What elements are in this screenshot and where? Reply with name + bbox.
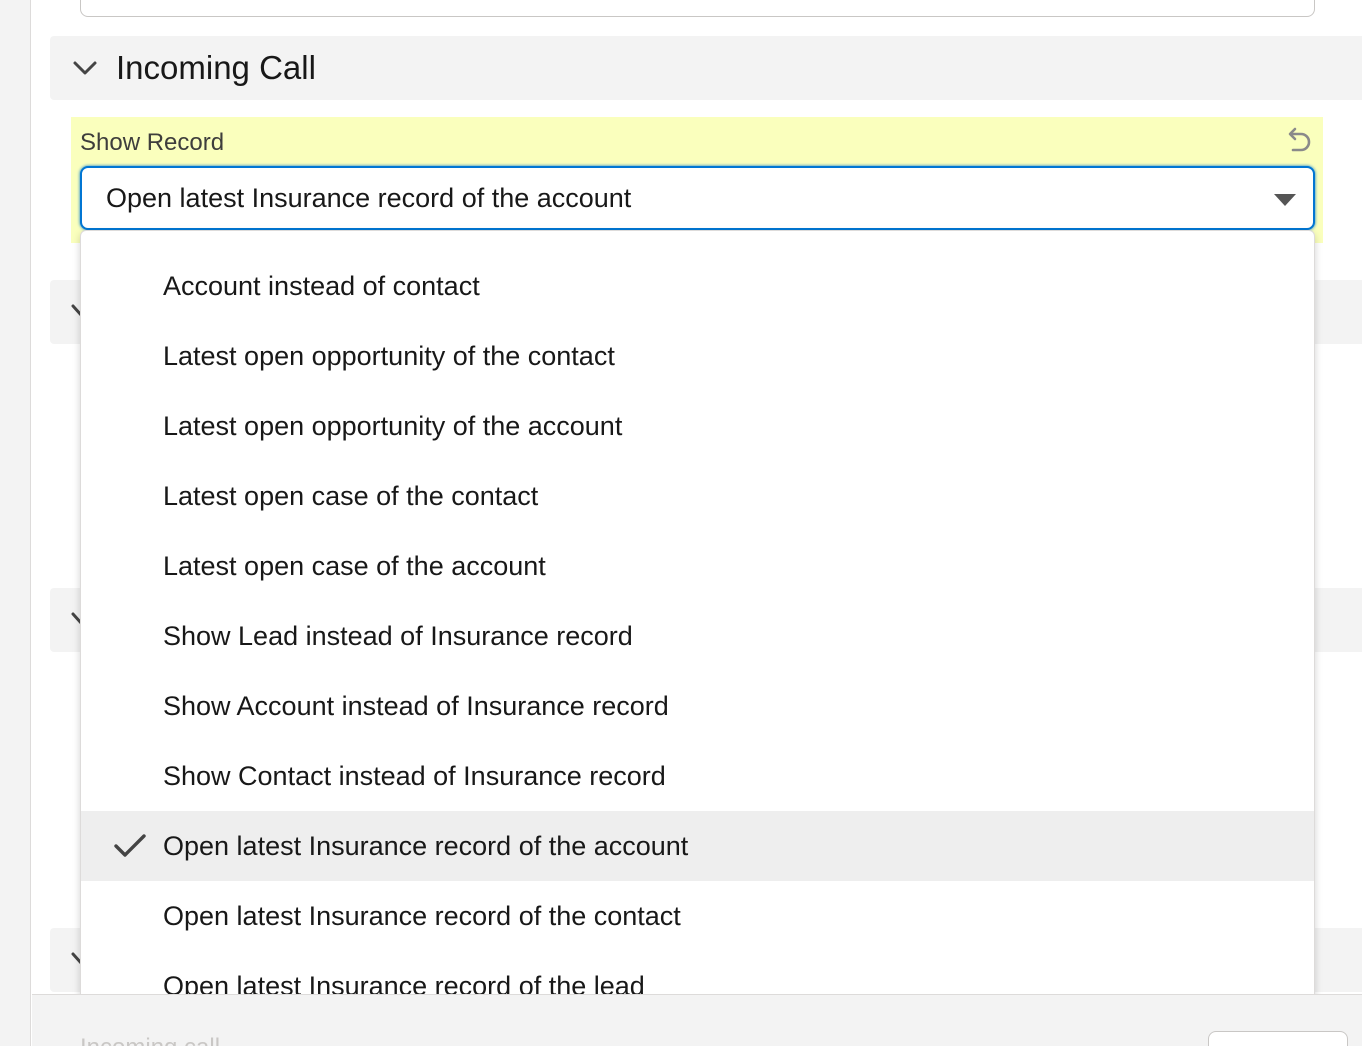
check-icon — [114, 834, 146, 857]
chevron-down-icon — [73, 61, 97, 75]
footer-bar: Incoming call — [32, 994, 1362, 1046]
option-label: Latest open opportunity of the contact — [163, 341, 615, 371]
dropdown-option[interactable]: Show Account instead of Insurance record — [81, 671, 1314, 741]
dropdown-option[interactable]: Latest open opportunity of the contact — [81, 321, 1314, 391]
option-label: Latest open opportunity of the account — [163, 411, 623, 441]
undo-icon[interactable] — [1283, 126, 1313, 156]
dropdown-option[interactable]: Account instead of contact — [81, 251, 1314, 321]
dropdown-option[interactable]: Open latest Insurance record of the cont… — [81, 881, 1314, 951]
field-label: Show Record — [80, 129, 225, 156]
show-record-combobox[interactable]: Open latest Insurance record of the acco… — [80, 166, 1315, 230]
option-label: Show Lead instead of Insurance record — [163, 621, 633, 651]
dropdown-option[interactable]: Latest open opportunity of the account — [81, 391, 1314, 461]
option-label: Account instead of contact — [163, 271, 480, 301]
caret-down-icon[interactable] — [1273, 192, 1297, 208]
option-label: Show Account instead of Insurance record — [163, 691, 669, 721]
option-label: Show Contact instead of Insurance record — [163, 761, 666, 791]
option-label: Open latest Insurance record of the acco… — [163, 831, 689, 861]
dropdown-option[interactable]: Latest open case of the contact — [81, 461, 1314, 531]
option-label: Latest open case of the contact — [163, 481, 539, 511]
dropdown-option[interactable]: Latest open case of the account — [81, 531, 1314, 601]
option-label: Latest open case of the account — [163, 551, 546, 581]
dropdown-option[interactable]: Show Lead instead of Insurance record — [81, 601, 1314, 671]
previous-field-input[interactable] — [80, 0, 1315, 17]
footer-text: Incoming call — [80, 1033, 220, 1046]
show-record-dropdown: Account instead of contact Latest open o… — [80, 230, 1315, 1030]
dropdown-option-selected[interactable]: Open latest Insurance record of the acco… — [81, 811, 1314, 881]
dropdown-option[interactable]: Show Contact instead of Insurance record — [81, 741, 1314, 811]
left-rail — [0, 0, 31, 1046]
option-label: Open latest Insurance record of the cont… — [163, 901, 681, 931]
footer-button[interactable] — [1208, 1031, 1348, 1046]
section-title: Incoming Call — [116, 49, 316, 86]
section-header-incoming-call[interactable]: Incoming Call — [50, 36, 1362, 100]
page: Incoming Call Show Record Open latest In… — [0, 0, 1362, 1046]
combobox-value: Open latest Insurance record of the acco… — [106, 183, 632, 213]
dropdown-option-list: Account instead of contact Latest open o… — [81, 251, 1314, 1021]
